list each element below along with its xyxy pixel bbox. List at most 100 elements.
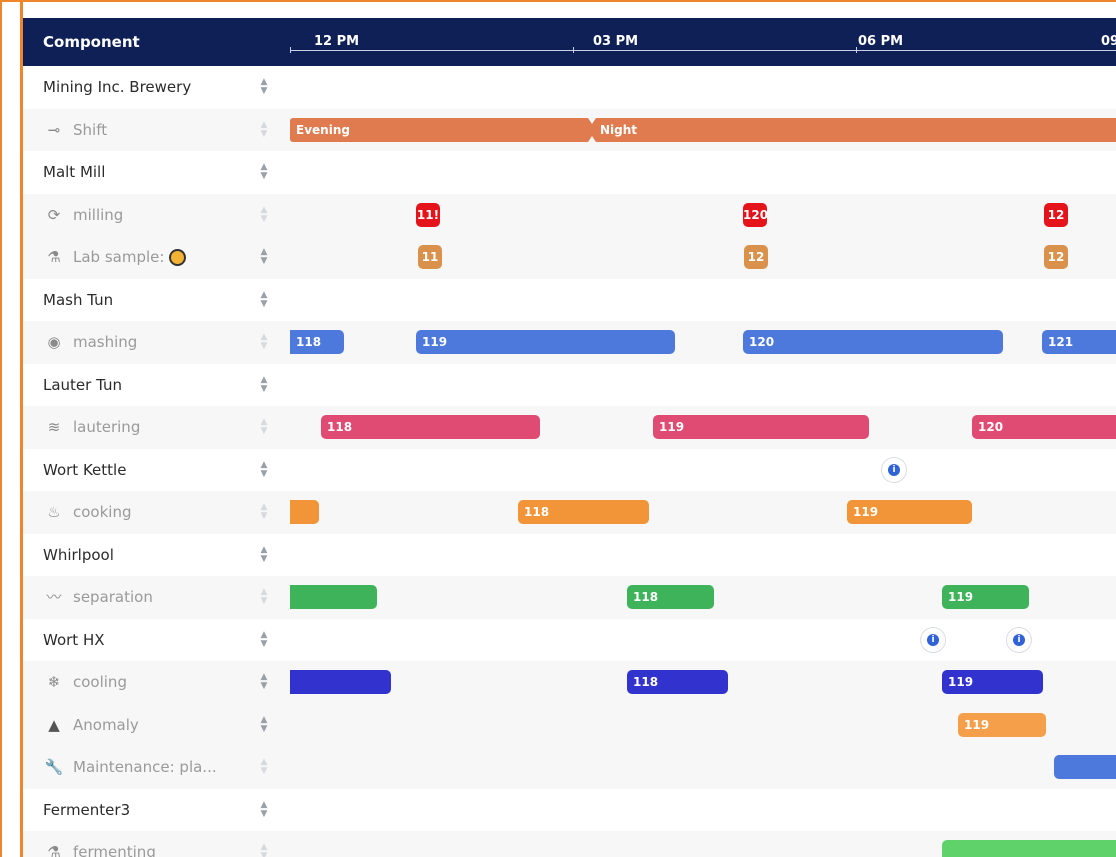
milling-badge[interactable]: 12 [1044, 202, 1068, 227]
row-lauter-tun: Lauter Tun ▲ ▼ [23, 364, 1116, 407]
row-label-text: mashing [73, 333, 138, 351]
row-label[interactable]: ⚗ fermenting [43, 831, 156, 857]
sort-icon[interactable]: ▲ ▼ [259, 758, 269, 776]
cooking-bar[interactable]: 118 [518, 500, 649, 524]
row-cooling: ❄ cooling ▲ ▼ 118 119 [23, 661, 1116, 704]
sort-icon[interactable]: ▲ ▼ [259, 715, 269, 734]
refresh-icon: ⟳ [47, 205, 61, 224]
row-label[interactable]: ⟳ milling [43, 194, 124, 237]
sort-icon[interactable]: ▲ ▼ [259, 120, 269, 139]
bar-label: 119 [948, 675, 974, 689]
row-label[interactable]: Malt Mill [43, 151, 105, 194]
cooking-bar[interactable] [290, 500, 319, 524]
row-separation: 〰 separation ▲ ▼ 118 119 [23, 576, 1116, 619]
mash-icon: ◉ [47, 333, 61, 351]
row-label-text: fermenting [73, 843, 156, 857]
row-label[interactable]: ▲ Anomaly [43, 704, 139, 747]
row-label[interactable]: Wort Kettle [43, 449, 126, 492]
lab-sample-badge[interactable]: 11 [418, 245, 442, 269]
separation-bar[interactable] [290, 585, 377, 609]
info-icon[interactable] [920, 626, 946, 653]
time-axis: 12 PM 03 PM 06 PM 09 P [290, 18, 1116, 66]
time-tick-03pm: 03 PM [593, 34, 639, 49]
shift-bar-evening[interactable]: Evening [290, 117, 592, 142]
bar-label: 121 [1048, 335, 1074, 349]
time-axis-mark [856, 47, 857, 53]
mashing-bar[interactable]: 120 [743, 330, 1003, 354]
row-fermenting: ⚗ fermenting ▲ ▼ [23, 831, 1116, 857]
row-label-text: Anomaly [73, 715, 139, 734]
row-label[interactable]: 〰 separation [43, 576, 153, 619]
cooling-bar[interactable] [290, 670, 391, 694]
gantt-rows: Mining Inc. Brewery ▲ ▼ ⊸ Shift ▲ ▼ Evening… [23, 66, 1116, 857]
cooking-bar[interactable]: 119 [847, 500, 972, 524]
row-mining-inc-brewery: Mining Inc. Brewery ▲ ▼ [23, 66, 1116, 109]
row-label[interactable]: Mining Inc. Brewery [43, 66, 191, 109]
lab-sample-badge[interactable]: 12 [1044, 245, 1068, 269]
row-label[interactable]: 🔧 Maintenance: pla... [43, 746, 217, 789]
sort-icon[interactable]: ▲ ▼ [259, 800, 269, 819]
sort-icon[interactable]: ▲ ▼ [259, 503, 269, 521]
separation-bar[interactable]: 119 [942, 585, 1029, 609]
chart-icon: 〰 [46, 588, 62, 606]
milling-badge[interactable]: 120 [743, 202, 767, 227]
info-icon[interactable] [1006, 626, 1032, 653]
wrench-icon: 🔧 [44, 758, 64, 776]
mashing-bar[interactable]: 118 [290, 330, 344, 354]
sort-icon[interactable]: ▲ ▼ [259, 78, 269, 96]
sort-icon[interactable]: ▲ ▼ [259, 545, 269, 564]
row-label[interactable]: ◉ mashing [43, 321, 137, 364]
anomaly-bar[interactable]: 119 [958, 712, 1046, 737]
maintenance-bar[interactable] [1054, 755, 1116, 779]
sort-icon[interactable]: ▲ ▼ [259, 588, 269, 606]
sort-icon[interactable]: ▲ ▼ [259, 418, 269, 436]
sort-icon[interactable]: ▲ ▼ [259, 375, 269, 394]
row-label-text: separation [73, 588, 153, 606]
time-axis-mark [573, 47, 574, 53]
row-label[interactable]: ⊸ Shift [43, 109, 107, 152]
sort-icon[interactable]: ▲ ▼ [259, 333, 269, 351]
sort-icon[interactable]: ▲ ▼ [259, 290, 269, 309]
bar-label: 118 [633, 675, 659, 689]
row-label[interactable]: ≋ lautering [43, 406, 141, 449]
waves-icon: ≋ [47, 418, 61, 436]
shift-bar-night[interactable]: Night [592, 117, 1116, 142]
fermenting-bar[interactable] [942, 840, 1116, 857]
row-mashing: ◉ mashing ▲ ▼ 118 119 120 121 [23, 321, 1116, 364]
sort-icon[interactable]: ▲ ▼ [259, 630, 269, 649]
sort-icon[interactable]: ▲ ▼ [259, 843, 269, 857]
shift-divider [588, 135, 596, 142]
component-column-header[interactable]: Component [43, 33, 140, 51]
row-label[interactable]: Whirlpool [43, 534, 114, 577]
separation-bar[interactable]: 118 [627, 585, 714, 609]
sort-icon[interactable]: ▲ ▼ [259, 673, 269, 691]
row-label[interactable]: ⚗ Lab sample: [43, 236, 187, 279]
lautering-bar[interactable]: 120 [972, 415, 1116, 439]
row-label[interactable]: ❄ cooling [43, 661, 127, 704]
mashing-bar[interactable]: 121 [1042, 330, 1116, 354]
row-label[interactable]: Fermenter3 [43, 789, 130, 832]
row-label[interactable]: Lauter Tun [43, 364, 122, 407]
row-label-text: Fermenter3 [43, 800, 131, 819]
row-label-text: cooking [73, 503, 132, 521]
time-tick-12pm: 12 PM [314, 34, 360, 49]
row-label[interactable]: Mash Tun [43, 279, 113, 322]
row-label[interactable]: Wort HX [43, 619, 105, 662]
bar-label: 119 [853, 505, 879, 519]
row-label-text: Whirlpool [43, 545, 114, 564]
sort-icon[interactable]: ▲ ▼ [259, 460, 269, 479]
row-anomaly: ▲ Anomaly ▲ ▼ 119 [23, 703, 1116, 747]
info-icon[interactable] [881, 456, 907, 483]
lab-sample-badge[interactable]: 12 [744, 245, 768, 269]
mashing-bar[interactable]: 119 [416, 330, 675, 354]
lautering-bar[interactable]: 118 [321, 415, 540, 439]
lautering-bar[interactable]: 119 [653, 415, 869, 439]
milling-badge[interactable]: 11! [416, 202, 440, 227]
cooling-bar[interactable]: 119 [942, 670, 1043, 694]
sort-icon[interactable]: ▲ ▼ [259, 163, 269, 181]
cooling-bar[interactable]: 118 [627, 670, 728, 694]
row-label[interactable]: ♨ cooking [43, 491, 131, 534]
flask-icon: ⚗ [47, 248, 61, 266]
sort-icon[interactable]: ▲ ▼ [259, 205, 269, 224]
sort-icon[interactable]: ▲ ▼ [259, 248, 269, 266]
